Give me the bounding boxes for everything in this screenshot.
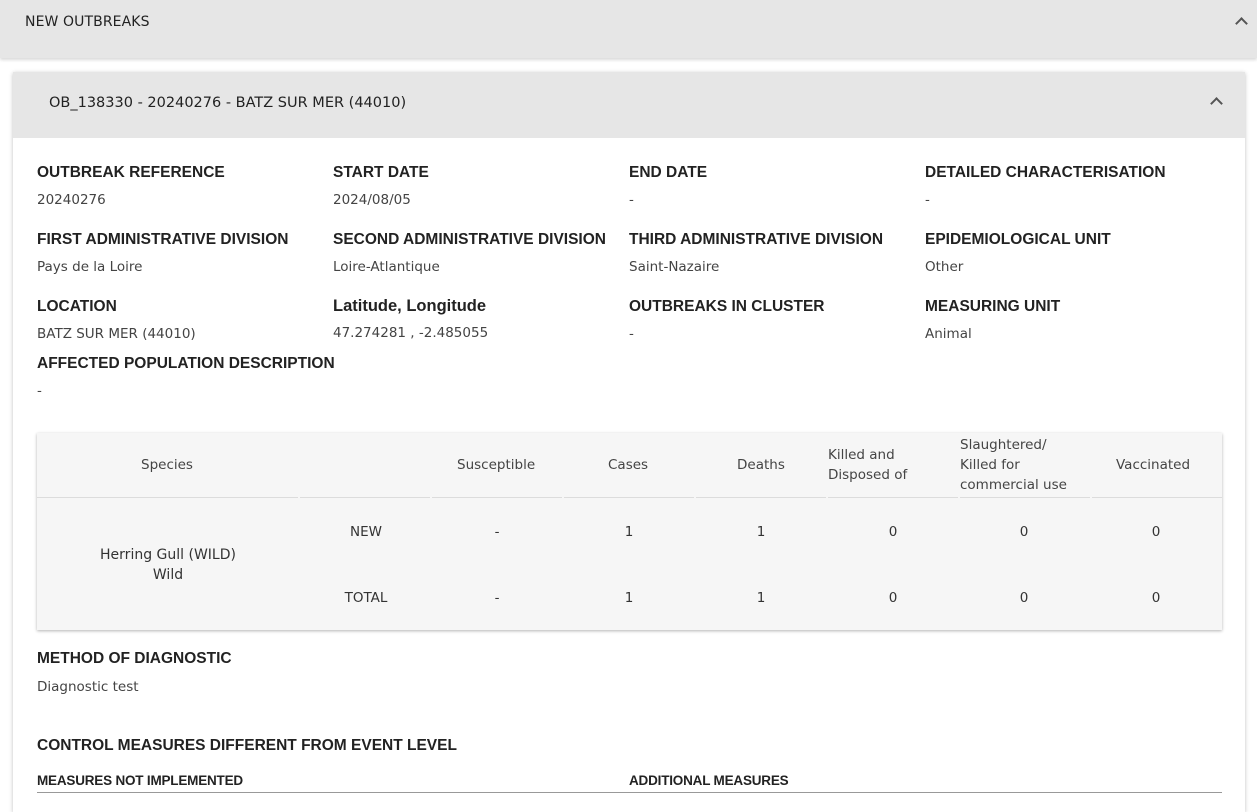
cell-susceptible: - [494,590,500,606]
measures-not-implemented-header: MEASURES NOT IMPLEMENTED [37,773,243,788]
field-value: Animal [925,326,972,342]
species-type: Wild [152,567,184,583]
cell-killed: 0 [888,524,898,540]
chevron-up-icon[interactable] [1235,17,1248,30]
column-header-species: Species [141,457,193,473]
column-gap [958,497,960,498]
method-of-diagnostic-value: Diagnostic test [37,679,139,695]
new-outbreaks-title: NEW OUTBREAKS [25,14,150,30]
cell-vaccinated: 0 [1151,590,1161,606]
header-line: Killed and [828,447,895,463]
header-line: Slaughtered/ [960,437,1047,453]
field-value: 47.274281 , -2.485055 [333,325,489,341]
field-value: 2024/08/05 [333,192,411,208]
field-outbreaks-in-cluster: OUTBREAKS IN CLUSTER - [629,298,919,342]
field-value: - [629,326,634,342]
header-line: commercial use [960,477,1067,493]
field-label: Latitude, Longitude [333,297,487,315]
column-header-killed: Killed and Disposed of [828,445,907,485]
field-location: LOCATION BATZ SUR MER (44010) [37,298,327,342]
field-label: MEASURING UNIT [925,298,1061,315]
field-value: - [37,383,42,399]
field-value: Loire-Atlantique [333,259,440,275]
field-affected-population: AFFECTED POPULATION DESCRIPTION - [37,355,437,399]
column-gap [1090,497,1092,498]
field-end-date: END DATE - [629,164,919,208]
field-label: START DATE [333,164,429,181]
species-table: Species Susceptible Cases Deaths Killed … [37,433,1222,630]
cell-deaths: 1 [756,590,766,606]
control-measures-title: CONTROL MEASURES DIFFERENT FROM EVENT LE… [37,737,457,754]
column-gap [694,497,696,498]
field-first-admin-division: FIRST ADMINISTRATIVE DIVISION Pays de la… [37,231,327,275]
field-value: BATZ SUR MER (44010) [37,326,196,342]
field-second-admin-division: SECOND ADMINISTRATIVE DIVISION Loire-Atl… [333,231,623,275]
cell-slaughtered: 0 [1019,590,1029,606]
species-cell: Herring Gull (WILD) Wild [93,545,243,585]
field-value: 20240276 [37,192,106,208]
field-value: Other [925,259,964,275]
field-label: OUTBREAK REFERENCE [37,164,225,181]
cell-killed: 0 [888,590,898,606]
cell-cases: 1 [624,590,634,606]
column-header-slaughtered: Slaughtered/ Killed for commercial use [960,435,1067,495]
field-value: - [925,192,930,208]
field-label: THIRD ADMINISTRATIVE DIVISION [629,231,884,248]
cell-slaughtered: 0 [1019,524,1029,540]
field-detailed-characterisation: DETAILED CHARACTERISATION - [925,164,1215,208]
field-start-date: START DATE 2024/08/05 [333,164,623,208]
column-header-susceptible: Susceptible [457,457,536,473]
field-label: DETAILED CHARACTERISATION [925,164,1166,181]
field-value: - [629,192,634,208]
column-header-cases: Cases [608,457,649,473]
method-of-diagnostic-label: METHOD OF DIAGNOSTIC [37,650,232,667]
field-label: OUTBREAKS IN CLUSTER [629,298,825,315]
column-gap [430,497,432,498]
measures-divider [37,792,1222,793]
field-third-admin-division: THIRD ADMINISTRATIVE DIVISION Saint-Naza… [629,231,919,275]
field-measuring-unit: MEASURING UNIT Animal [925,298,1215,342]
cell-vaccinated: 0 [1151,524,1161,540]
field-label: AFFECTED POPULATION DESCRIPTION [37,355,335,372]
field-label: EPIDEMIOLOGICAL UNIT [925,231,1111,248]
field-label: LOCATION [37,298,117,315]
outbreak-card-header[interactable]: OB_138330 - 20240276 - BATZ SUR MER (440… [13,72,1245,138]
additional-measures-header: ADDITIONAL MEASURES [629,773,789,788]
field-label: END DATE [629,164,708,181]
field-label: FIRST ADMINISTRATIVE DIVISION [37,231,289,248]
outbreak-title: OB_138330 - 20240276 - BATZ SUR MER (440… [49,95,407,111]
chevron-up-icon[interactable] [1210,97,1223,110]
cell-cases: 1 [624,524,634,540]
field-value: Saint-Nazaire [629,259,720,275]
row-label-total: TOTAL [344,590,388,606]
new-outbreaks-panel-header[interactable]: NEW OUTBREAKS [0,0,1257,58]
column-gap [562,497,564,498]
field-latitude-longitude: Latitude, Longitude 47.274281 , -2.48505… [333,297,623,341]
field-label: SECOND ADMINISTRATIVE DIVISION [333,231,606,248]
field-value: Pays de la Loire [37,259,143,275]
header-line: Disposed of [828,467,908,483]
species-name: Herring Gull (WILD) [100,547,236,563]
column-gap [826,497,828,498]
header-line: Killed for [960,457,1020,473]
column-header-vaccinated: Vaccinated [1116,457,1191,473]
column-gap [298,497,300,498]
outbreak-card: OB_138330 - 20240276 - BATZ SUR MER (440… [13,72,1245,812]
field-epidemiological-unit: EPIDEMIOLOGICAL UNIT Other [925,231,1215,275]
field-outbreak-reference: OUTBREAK REFERENCE 20240276 [37,164,327,208]
cell-deaths: 1 [756,524,766,540]
row-label-new: NEW [350,524,382,540]
header-divider [37,497,1222,498]
column-header-deaths: Deaths [737,457,785,473]
cell-susceptible: - [494,524,500,540]
